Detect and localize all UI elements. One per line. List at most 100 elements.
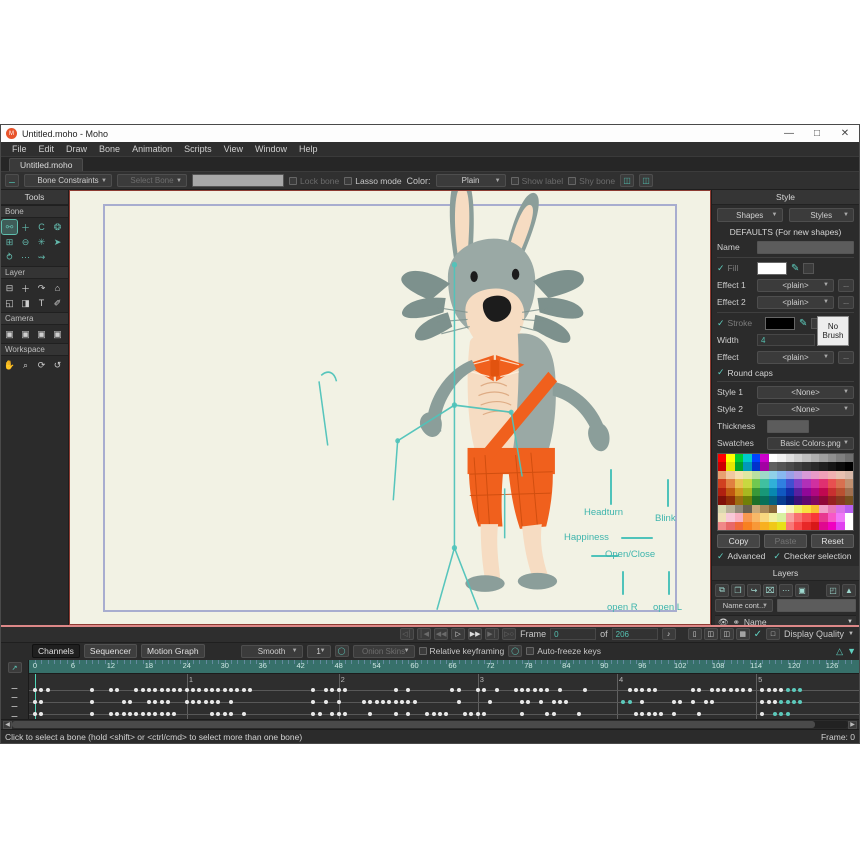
color-swatch[interactable] [718,504,727,514]
color-swatch[interactable] [768,513,778,522]
color-swatch[interactable] [734,470,744,480]
pan-tilt-camera-tool[interactable]: ▣ [50,327,65,341]
menu-item-file[interactable]: File [6,142,33,157]
keyframe-marker[interactable] [184,687,189,692]
expand-up-icon[interactable]: △ [836,646,843,657]
color-swatch[interactable] [743,504,752,514]
keyframe-marker[interactable] [716,687,721,692]
swatches-dropdown[interactable]: Basic Colors.png ▼ [767,436,854,450]
keyframe-marker[interactable] [89,699,94,704]
layer-filter-dropdown[interactable]: Name cont... ▼ [715,599,773,613]
select-bone-dropdown[interactable]: Select Bone ▼ [117,174,187,187]
keyframe-marker[interactable] [520,711,525,716]
scroll-right-button[interactable]: ▶ [848,720,857,729]
keyframe-marker[interactable] [146,687,151,692]
keyframe-marker[interactable] [210,699,215,704]
reparent-bone-tool[interactable]: ❂ [50,220,65,234]
color-swatch[interactable] [819,496,828,505]
color-swatch[interactable] [827,479,837,488]
bind-layer-tool[interactable]: ✳ [34,235,49,249]
keyframe-marker[interactable] [153,699,158,704]
color-swatch[interactable] [810,521,820,530]
timeline-ruler[interactable]: 0 6 12 18 24 30 36 42 48 54 60 66 72 78 84 90 96 102 108 11… [29,659,859,674]
color-swatch[interactable] [810,513,820,522]
bone-angle-channel-icon[interactable]: ⚊ [8,681,22,691]
stroke-width-input[interactable]: 4 [757,334,815,346]
bone-align-icon[interactable]: ◫ [639,174,654,187]
color-swatch[interactable] [785,454,794,463]
color-swatch[interactable] [819,487,828,497]
roll-camera-tool[interactable]: ▣ [34,327,49,341]
keyframe-marker[interactable] [741,687,746,692]
keyframe-marker-cycle[interactable] [621,699,626,704]
color-swatch[interactable] [718,454,727,463]
keyframe-marker[interactable] [456,687,461,692]
shy-bone-checkbox[interactable]: Shy bone [568,176,615,186]
color-swatch[interactable] [810,470,820,480]
bone-label-headturn[interactable]: Headturn [584,507,623,518]
offset-bone-tool[interactable]: ➤ [50,235,65,249]
keyframe-marker[interactable] [172,711,177,716]
color-swatch[interactable] [785,470,794,480]
keyframe-marker[interactable] [89,711,94,716]
interpolation-icon[interactable]: ◯ [334,645,349,658]
keyframe-marker[interactable] [406,687,411,692]
color-swatch[interactable] [768,496,778,505]
color-swatch[interactable] [751,470,761,480]
keyframe-marker[interactable] [159,687,164,692]
keyframe-marker[interactable] [520,699,525,704]
keyframe-marker[interactable] [766,699,771,704]
color-swatch[interactable] [802,504,811,514]
color-swatch[interactable] [760,504,769,514]
eyedropper-icon[interactable]: ✎ [791,263,799,274]
keyframe-marker[interactable] [134,711,139,716]
keyframe-marker[interactable] [368,699,373,704]
scrollbar-track[interactable] [12,721,848,728]
color-swatch[interactable] [844,487,853,497]
color-swatch[interactable] [760,521,769,530]
keyframe-marker[interactable] [146,699,151,704]
stroke-effect-options-button[interactable]: ... [838,350,854,364]
scrollbar-thumb[interactable] [12,721,815,728]
eyedropper-tool[interactable]: ✐ [50,296,65,310]
bone-tool-icon[interactable]: ⚊ [5,174,19,187]
color-swatch[interactable] [844,479,853,488]
keyframe-marker[interactable] [779,687,784,692]
relative-key-icon[interactable]: ◯ [508,645,523,658]
keyframe-marker[interactable] [431,711,436,716]
play-button[interactable]: ▷ [451,628,466,641]
keyframe-marker[interactable] [444,711,449,716]
keyframe-marker[interactable] [646,711,651,716]
next-keyframe-button[interactable]: ▶│ [485,628,500,641]
color-swatch[interactable] [827,470,837,480]
stroke-checkbox[interactable]: ✓ Stroke [717,318,761,329]
color-swatch[interactable] [802,454,811,463]
keyframe-marker[interactable] [488,699,493,704]
menu-item-help[interactable]: Help [293,142,324,157]
keyframe-marker[interactable] [703,699,708,704]
keyframe-marker[interactable] [330,711,335,716]
color-swatch[interactable] [844,504,853,514]
keyframe-marker[interactable] [336,711,341,716]
bone-label-open-r[interactable]: open R [607,602,638,613]
color-swatch[interactable] [785,479,794,488]
color-swatch[interactable] [726,521,735,530]
color-swatch[interactable] [827,454,837,463]
keyframe-marker[interactable] [425,711,430,716]
keyframe-marker[interactable] [406,711,411,716]
safe-frame-icon[interactable]: □ [766,628,781,641]
group-layer-icon[interactable]: ▣ [795,583,809,597]
keyframe-marker-cycle[interactable] [785,699,790,704]
color-swatch[interactable] [768,487,778,497]
color-swatch[interactable] [819,454,828,463]
keyframe-marker[interactable] [39,699,44,704]
keyframe-marker[interactable] [172,687,177,692]
color-swatch[interactable] [793,521,803,530]
keyframe-marker[interactable] [671,711,676,716]
color-swatch[interactable] [734,521,744,530]
color-swatch[interactable] [743,496,752,505]
document-tab-untitled[interactable]: Untitled.moho [9,158,84,171]
color-swatch[interactable] [726,462,735,471]
color-swatch[interactable] [844,470,853,480]
color-swatch[interactable] [836,454,845,463]
